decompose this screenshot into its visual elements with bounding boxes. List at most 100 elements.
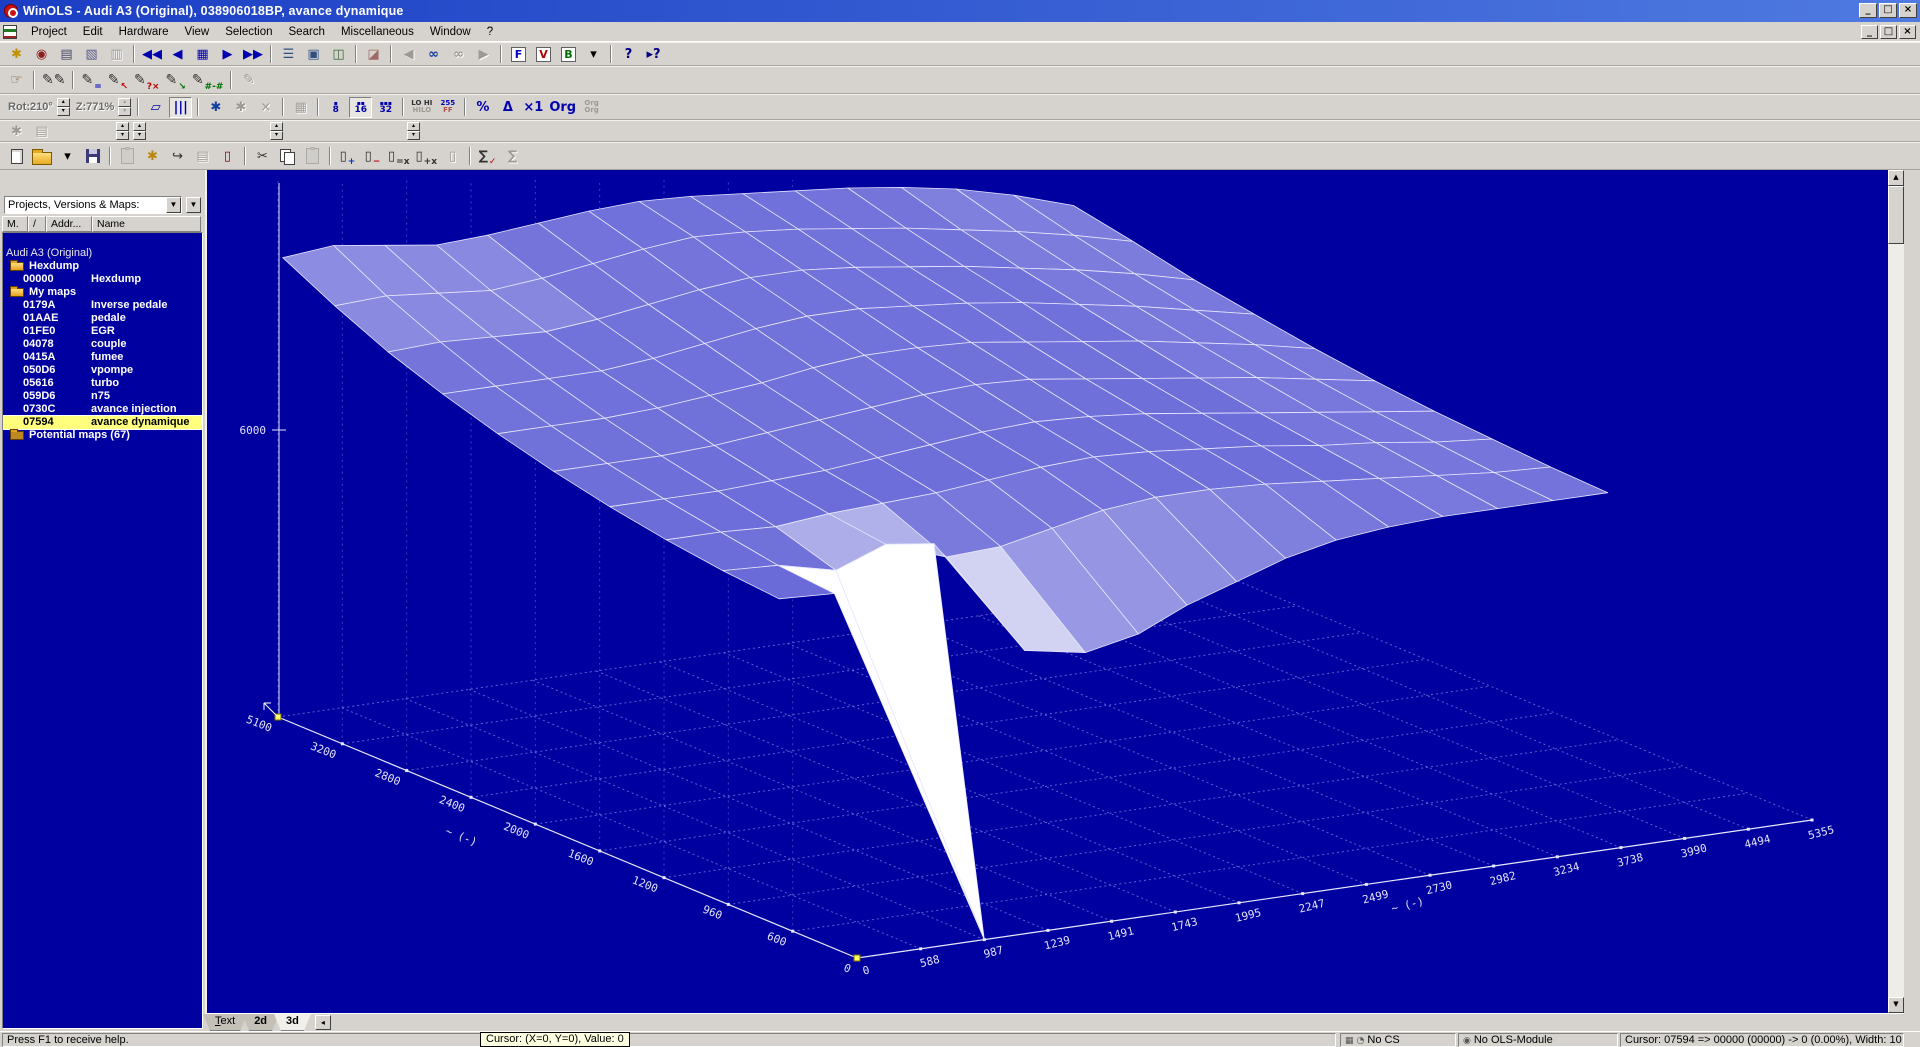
width-16-icon[interactable]: ▪▪16 — [349, 97, 372, 118]
lohi-byteorder-icon[interactable]: LO HIHILO — [409, 97, 434, 118]
tree-row-050D6[interactable]: 050D6vpompe — [3, 364, 202, 377]
tree-row-059D6[interactable]: 059D6n75 — [3, 390, 202, 403]
tree-row-07594[interactable]: 07594avance dynamique — [3, 416, 202, 429]
original-compare-icon[interactable]: OrgOrg — [580, 97, 603, 118]
eraser-icon[interactable]: ◪ — [362, 44, 385, 65]
map-3d-surface-view[interactable]: 6000060096012001600200024002800320051000… — [207, 170, 1890, 1013]
menu-miscellaneous[interactable]: Miscellaneous — [333, 24, 422, 40]
binoculars-search-icon[interactable]: ∞ — [422, 44, 445, 65]
dec-hex-icon[interactable]: 255FF — [436, 97, 459, 118]
version-equal-icon[interactable]: ▯=x — [386, 146, 412, 167]
scrollbar-thumb[interactable] — [1888, 186, 1904, 244]
nav-prev-icon[interactable]: ◀ — [166, 44, 189, 65]
menu-hardware[interactable]: Hardware — [111, 24, 177, 40]
tree-row-potential-maps-67-[interactable]: Potential maps (67) — [3, 429, 202, 442]
tree-row-01AAE[interactable]: 01AAEpedale — [3, 312, 202, 325]
tree-row-0179A[interactable]: 0179AInverse pedale — [3, 299, 202, 312]
width-32-icon[interactable]: ▪▪▪32 — [374, 97, 397, 118]
tree-header-addr[interactable]: Addr... — [46, 216, 92, 232]
sidebar-options-dropdown-icon[interactable]: ▼ — [186, 197, 201, 213]
tree-row-hexdump[interactable]: Hexdump — [3, 260, 202, 273]
copy-icon[interactable] — [276, 146, 299, 167]
new-file-icon[interactable] — [5, 146, 28, 167]
nav-first-icon[interactable]: ◀◀ — [140, 44, 164, 65]
edit-pens-icon[interactable]: ✎✎ — [40, 68, 67, 92]
fixed-text-f-icon[interactable]: F — [507, 44, 530, 65]
tab-2d[interactable]: 2d — [242, 1014, 279, 1031]
cut-icon[interactable]: ✂ — [251, 146, 274, 167]
pen-absolute-icon[interactable]: ✎= — [79, 68, 103, 92]
trash-icon[interactable]: ◫ — [327, 44, 350, 65]
tree-row-05616[interactable]: 05616turbo — [3, 377, 202, 390]
window-preview-icon[interactable]: ▣ — [302, 44, 325, 65]
tree-header-[interactable]: / — [28, 216, 46, 232]
window-maximize-button[interactable]: □ — [1879, 3, 1897, 18]
project-wizard-icon[interactable]: ✱ — [5, 44, 28, 65]
window-close-button[interactable]: × — [1899, 3, 1917, 18]
map-insert-icon[interactable]: ↪ — [166, 146, 189, 167]
view-3d-icon[interactable]: ||| — [169, 97, 192, 118]
child-restore-button[interactable]: □ — [1880, 25, 1897, 39]
tab-text[interactable]: Text — [203, 1014, 247, 1031]
selection-list-icon[interactable]: ☰ — [277, 44, 300, 65]
open-file-icon[interactable] — [30, 146, 54, 167]
percent-icon[interactable]: % — [471, 97, 494, 118]
save-icon[interactable] — [81, 146, 104, 167]
fixed-text-v-icon[interactable]: V — [532, 44, 555, 65]
factor-x1-icon[interactable]: ×1 — [521, 97, 545, 118]
tree-header-m[interactable]: M. — [2, 216, 28, 232]
doc-marker-icon[interactable]: ▯ — [216, 146, 239, 167]
value-spinner-4[interactable]: ▴▾ — [407, 122, 420, 140]
value-spinner-1[interactable]: ▴▾ — [116, 122, 129, 140]
help-icon[interactable]: ? — [617, 44, 640, 65]
value-spinner-3[interactable]: ▴▾ — [270, 122, 283, 140]
nav-next-icon[interactable]: ▶ — [216, 44, 239, 65]
original-icon[interactable]: Org — [547, 97, 578, 118]
map-chart-wizard-icon[interactable]: ✱ — [204, 97, 227, 118]
map-vertical-scrollbar[interactable]: ▲ ▼ — [1888, 170, 1904, 1013]
data-table-icon[interactable]: ▦ — [191, 44, 214, 65]
value-spinner-2[interactable]: ▴▾ — [133, 122, 146, 140]
pen-increase-icon[interactable]: ✎↖ — [106, 68, 130, 92]
window-properties-icon[interactable]: ▧ — [80, 44, 103, 65]
print-icon[interactable]: ▤ — [55, 44, 78, 65]
pen-range-icon[interactable]: ✎#-# — [190, 68, 226, 92]
sidebar-view-combo[interactable]: Projects, Versions & Maps: — [4, 196, 182, 214]
width-8-icon[interactable]: ▪8 — [324, 97, 347, 118]
context-help-icon[interactable]: ▸? — [642, 44, 665, 65]
version-plus-x-icon[interactable]: ▯+x — [414, 146, 440, 167]
menu-project[interactable]: Project — [23, 24, 75, 40]
open-dropdown[interactable]: ▾ — [56, 146, 79, 167]
menu-selection[interactable]: Selection — [217, 24, 280, 40]
pen-query-icon[interactable]: ✎?× — [132, 68, 162, 92]
version-add-icon[interactable]: ▯+ — [336, 146, 359, 167]
combo-dropdown-icon[interactable]: ▼ — [166, 197, 181, 213]
tree-row-04078[interactable]: 04078couple — [3, 338, 202, 351]
import-project-icon[interactable]: ◉ — [30, 44, 53, 65]
child-window-icon[interactable] — [3, 25, 17, 39]
version-remove-icon[interactable]: ▯− — [361, 146, 384, 167]
tree-row-0730C[interactable]: 0730Cavance injection — [3, 403, 202, 416]
hand-select-icon[interactable]: ☞ — [5, 68, 28, 92]
scroll-up-icon[interactable]: ▲ — [1888, 170, 1904, 186]
tree-header-name[interactable]: Name — [92, 216, 201, 232]
delta-icon[interactable]: Δ — [496, 97, 519, 118]
tree-row-my-maps[interactable]: My maps — [3, 286, 202, 299]
tree-row-0415A[interactable]: 0415Afumee — [3, 351, 202, 364]
tab-3d[interactable]: 3d — [274, 1014, 311, 1031]
menu-edit[interactable]: Edit — [75, 24, 111, 40]
menu-view[interactable]: View — [176, 24, 217, 40]
tree-row-00000[interactable]: 00000Hexdump — [3, 273, 202, 286]
fixed-text-b-icon[interactable]: B — [557, 44, 580, 65]
window-minimize-button[interactable]: _ — [1859, 3, 1877, 18]
view-2d-icon[interactable]: ▱ — [144, 97, 167, 118]
tree-row-01FE0[interactable]: 01FE0EGR — [3, 325, 202, 338]
scroll-down-icon[interactable]: ▼ — [1888, 997, 1904, 1013]
menu-window[interactable]: Window — [422, 24, 479, 40]
child-minimize-button[interactable]: _ — [1861, 25, 1878, 39]
nav-last-icon[interactable]: ▶▶ — [241, 44, 265, 65]
child-close-button[interactable]: × — [1899, 25, 1916, 39]
checksum-ok-icon[interactable]: ∑✓ — [476, 146, 499, 167]
rotation-spinner[interactable]: ▴▾ — [57, 98, 70, 116]
map-create-wizard-icon[interactable]: ✱ — [141, 146, 164, 167]
